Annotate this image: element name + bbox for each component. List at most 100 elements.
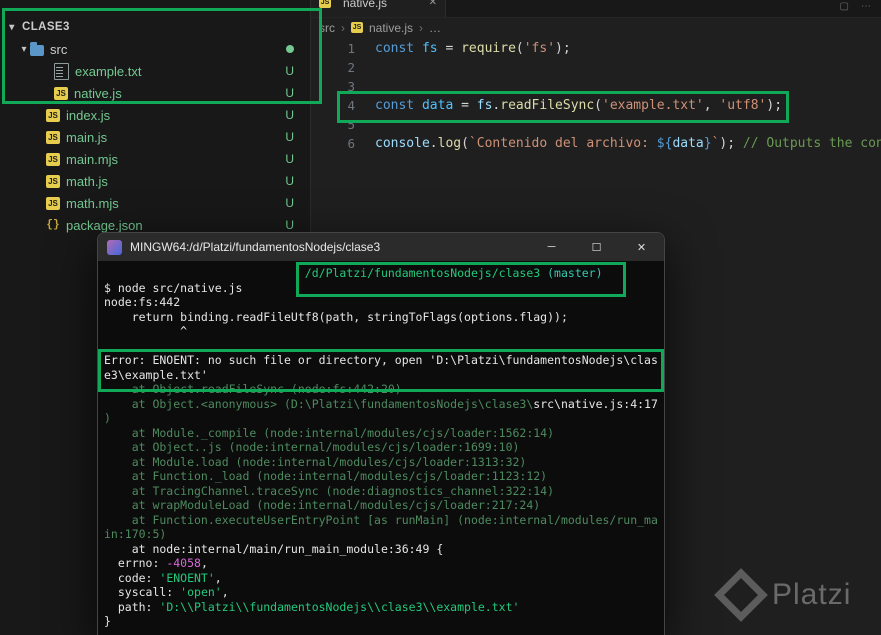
mingw64-terminal-window: MINGW64:/d/Platzi/fundamentosNodejs/clas…: [97, 232, 665, 635]
window-controls: ─ ☐ ✕: [529, 233, 664, 261]
terminal-line: at wrapModuleLoad (node:internal/modules…: [104, 498, 541, 512]
git-status-badge: U: [285, 152, 294, 166]
split-editor-icon[interactable]: ▢: [840, 1, 849, 12]
terminal-line: at TracingChannel.traceSync (node:diagno…: [104, 483, 555, 498]
git-status-badge: U: [285, 130, 294, 144]
breadcrumb-item-more[interactable]: …: [429, 21, 441, 35]
explorer-item-native-js[interactable]: JS native.js U: [0, 82, 310, 104]
explorer-item-main-js[interactable]: JS main.js U: [0, 126, 310, 148]
file-name: main.mjs: [66, 151, 119, 167]
line-number: 5: [347, 117, 355, 132]
code-line[interactable]: 3: [311, 77, 881, 96]
terminal-line: at Function.executeUserEntryPoint [as ru…: [104, 512, 658, 527]
explorer-item-math-mjs[interactable]: JS math.mjs U: [0, 192, 310, 214]
terminal-line: at Object..js (node:internal/modules/cjs…: [104, 440, 520, 454]
file-tree: ▾ src example.txt U JS native.js U JS index.js U J…: [0, 38, 310, 236]
editor-actions: ▢ ⋯: [840, 1, 871, 12]
file-name: src: [50, 41, 68, 57]
code-text: console.log(`Contenido del archivo: ${da…: [375, 136, 881, 151]
line-number: 3: [347, 79, 355, 94]
terminal-line: errno: -4058,: [104, 556, 208, 570]
code-line[interactable]: 2: [311, 58, 881, 77]
js-file-icon: JS: [319, 0, 331, 8]
mingw-terminal-icon: [107, 239, 122, 255]
tab-native-js[interactable]: JS native.js ✕: [311, 0, 446, 17]
explorer-item-example-txt[interactable]: example.txt U: [0, 60, 310, 82]
terminal-line: at Function._load (node:internal/modules…: [104, 469, 548, 483]
breadcrumb-item-file[interactable]: native.js: [369, 21, 413, 35]
code-line[interactable]: 1 const fs = require('fs');: [311, 39, 881, 58]
terminal-line: return binding.readFileUtf8(path, string…: [104, 309, 568, 324]
js-file-icon: JS: [46, 130, 60, 144]
terminal-line: in:170:5): [104, 527, 167, 541]
terminal-line: at Module._compile (node:internal/module…: [104, 425, 555, 440]
git-status-badge: U: [285, 64, 294, 78]
js-file-icon: JS: [46, 196, 60, 210]
code-editor[interactable]: 1 const fs = require('fs'); 2 3 4 const data …: [311, 37, 881, 153]
breadcrumb-item-src[interactable]: src: [319, 21, 335, 35]
line-number: 4: [347, 98, 355, 113]
close-button[interactable]: ✕: [619, 233, 664, 261]
chevron-down-icon: ▾: [9, 21, 15, 33]
terminal-line: }: [104, 614, 111, 628]
terminal-line: /d/Platzi/fundamentosNodejs/clase3 (mast…: [304, 266, 603, 280]
txt-file-icon: [54, 62, 69, 80]
line-number: 6: [347, 136, 355, 151]
terminal-line: syscall: 'open',: [104, 585, 229, 599]
terminal-line: at Object.readFileSync (node:fs:442:20): [104, 382, 402, 396]
file-name: math.mjs: [66, 195, 119, 211]
explorer-item-src[interactable]: ▾ src: [0, 38, 310, 60]
file-name: math.js: [66, 173, 108, 189]
terminal-line: node:fs:442: [104, 295, 181, 309]
terminal-line: code: 'ENOENT',: [104, 570, 222, 585]
platzi-logo-icon: [714, 568, 768, 622]
code-line[interactable]: 5: [311, 115, 881, 134]
code-text: const data = fs.readFileSync('example.tx…: [375, 98, 783, 113]
terminal-line: ^: [104, 324, 188, 338]
breadcrumb: src › JS native.js › …: [311, 18, 881, 37]
close-tab-icon[interactable]: ✕: [429, 0, 437, 8]
terminal-line: $ node src/native.js: [104, 280, 243, 295]
terminal-line: at Module.load (node:internal/modules/cj…: [104, 454, 527, 469]
git-status-badge: U: [285, 196, 294, 210]
explorer-item-index-js[interactable]: JS index.js U: [0, 104, 310, 126]
folder-icon: [30, 41, 44, 56]
terminal-output[interactable]: /d/Platzi/fundamentosNodejs/clase3 (mast…: [98, 261, 664, 634]
terminal-line: Error: ENOENT: no such file or directory…: [104, 353, 658, 367]
terminal-line: at node:internal/main/run_main_module:36…: [104, 541, 444, 556]
minimize-button[interactable]: ─: [529, 233, 574, 261]
platzi-watermark-text: Platzi: [772, 578, 852, 611]
explorer-root-folder[interactable]: ▾ CLASE3: [0, 16, 310, 38]
tab-label: native.js: [343, 0, 388, 10]
code-line[interactable]: 4 const data = fs.readFileSync('example.t…: [311, 96, 881, 115]
git-status-badge: U: [285, 86, 294, 100]
git-status-badge: U: [285, 218, 294, 232]
chevron-down-icon: ▾: [21, 43, 27, 55]
js-file-icon: JS: [351, 22, 363, 33]
js-file-icon: JS: [46, 108, 60, 122]
file-name: example.txt: [75, 63, 142, 79]
file-name: package.json: [66, 217, 143, 233]
js-file-icon: JS: [54, 86, 68, 100]
line-number: 1: [347, 41, 355, 56]
breadcrumb-separator: ›: [341, 20, 345, 35]
terminal-line: ): [104, 411, 111, 425]
more-actions-icon[interactable]: ⋯: [861, 1, 871, 12]
editor-tabstrip: JS native.js ✕ ▢ ⋯: [311, 0, 881, 18]
platzi-watermark: Platzi: [714, 568, 852, 622]
root-folder-label: CLASE3: [22, 21, 70, 33]
file-name: native.js: [74, 85, 122, 101]
code-text: const fs = require('fs');: [375, 41, 571, 56]
explorer-item-main-mjs[interactable]: JS main.mjs U: [0, 148, 310, 170]
terminal-titlebar[interactable]: MINGW64:/d/Platzi/fundamentosNodejs/clas…: [98, 233, 664, 261]
file-name: main.js: [66, 129, 108, 145]
code-line[interactable]: 6 console.log(`Contenido del archivo: ${d…: [311, 134, 881, 153]
terminal-line: path: 'D:\\Platzi\\fundamentosNodejs\\cl…: [104, 599, 520, 614]
git-status-badge: U: [285, 108, 294, 122]
terminal-line: e3\example.txt': [104, 367, 208, 382]
modified-dot-icon: [286, 45, 294, 53]
explorer-item-math-js[interactable]: JS math.js U: [0, 170, 310, 192]
js-file-icon: JS: [46, 174, 60, 188]
maximize-button[interactable]: ☐: [574, 233, 619, 261]
